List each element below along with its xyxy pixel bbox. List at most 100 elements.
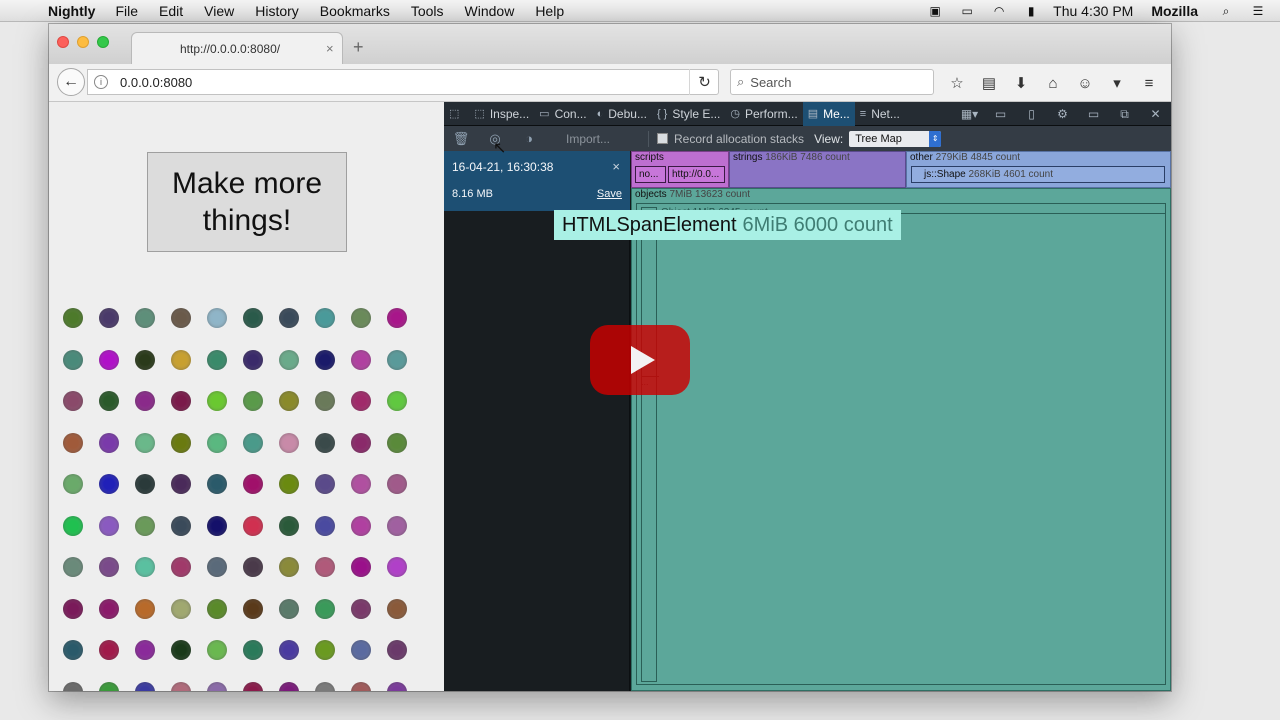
spotlight-search-icon[interactable]: ⌕ <box>1216 4 1236 18</box>
url-bar[interactable]: i 0.0.0.0:8080 <box>87 69 719 95</box>
menu-item-history[interactable]: History <box>255 3 299 19</box>
network-icon: ≡ <box>859 107 867 120</box>
treemap-cell-script-http[interactable]: http://0.0... <box>668 166 725 183</box>
color-dot <box>315 474 335 494</box>
treemap-tooltip: HTMLSpanElement 6MiB 6000 count <box>554 210 901 240</box>
color-dot <box>243 432 263 453</box>
treemap-cell-nested[interactable] <box>641 207 657 682</box>
snapshot-item[interactable]: 16-04-21, 16:30:38 × 8.16 MB Save <box>444 151 630 211</box>
color-dot <box>351 308 371 328</box>
window-minimize-button[interactable] <box>77 36 89 48</box>
color-dot <box>63 681 83 691</box>
view-select[interactable]: Tree Map ⇕ <box>849 130 942 147</box>
tab-inspector[interactable]: ⬚ Inspe... <box>469 102 534 126</box>
color-dot <box>243 557 263 577</box>
color-dot <box>171 598 191 619</box>
bookmarks-menu-icon[interactable]: ▤ <box>973 72 1005 94</box>
undock-window-icon[interactable]: ⧉ <box>1109 107 1140 122</box>
menu-bar-clock[interactable]: Thu 4:30 PM <box>1053 3 1133 19</box>
hamburger-menu-icon[interactable]: ≡ <box>1133 72 1165 94</box>
menu-item-view[interactable]: View <box>204 3 234 19</box>
wifi-icon[interactable]: ◠ <box>989 4 1009 18</box>
snapshot-delete-icon[interactable]: × <box>612 159 620 174</box>
color-dot <box>243 681 263 691</box>
element-picker-button[interactable]: ⬚ <box>444 102 469 126</box>
window-zoom-button[interactable] <box>97 36 109 48</box>
color-dot <box>315 640 335 660</box>
color-dot <box>99 432 119 453</box>
clear-snapshots-icon[interactable]: 🗑 <box>444 131 478 147</box>
color-dot <box>387 432 407 453</box>
treemap-cell-other[interactable]: other 279KiB 4845 count js::Shape 268KiB… <box>906 151 1171 188</box>
color-dot <box>135 515 155 536</box>
color-dot <box>135 432 155 453</box>
color-dot <box>135 349 155 370</box>
hello-chat-icon[interactable]: ☺ <box>1069 72 1101 94</box>
menu-item-edit[interactable]: Edit <box>159 3 183 19</box>
menu-item-file[interactable]: File <box>115 3 138 19</box>
devtools-settings-icon[interactable]: ⚙ <box>1047 107 1078 121</box>
bookmark-star-icon[interactable]: ☆ <box>941 72 973 94</box>
back-button[interactable]: ← <box>57 68 85 96</box>
site-info-icon[interactable]: i <box>94 75 108 89</box>
menu-bar-status-area: ▣ ▭ ◠ ▮ Thu 4:30 PM Mozilla ⌕ ☰ <box>925 0 1280 22</box>
frames-dropdown-icon[interactable]: ▦▾ <box>954 107 985 121</box>
tab-memory[interactable]: ▤ Me... <box>802 102 855 126</box>
tab-console[interactable]: ▭ Con... <box>534 102 591 126</box>
video-play-button[interactable] <box>590 325 690 395</box>
treemap-cell-html-span-element[interactable]: Object 1MiB 6345 count ... <box>636 203 1166 685</box>
menu-item-window[interactable]: Window <box>465 3 515 19</box>
tab-debugger[interactable]: ◐ Debu... <box>592 102 652 126</box>
record-allocation-checkbox[interactable] <box>657 133 668 144</box>
screen-record-icon[interactable]: ▣ <box>925 4 945 18</box>
color-dot <box>243 308 263 328</box>
downloads-icon[interactable]: ⬇ <box>1005 72 1037 94</box>
treemap-cell-strings[interactable]: strings 186KiB 7486 count <box>729 151 906 188</box>
window-close-button[interactable] <box>57 36 69 48</box>
tooltip-node-meta: 6MiB 6000 count <box>742 213 893 236</box>
style-editor-icon: { } <box>656 107 668 120</box>
tab-close-icon[interactable]: × <box>326 41 334 56</box>
play-icon <box>631 346 655 374</box>
search-input[interactable]: ⌕ Search <box>730 69 934 95</box>
pocket-icon[interactable]: ▾ <box>1101 72 1133 94</box>
color-dot <box>135 474 155 494</box>
responsive-mode-icon[interactable]: ▯ <box>1016 107 1047 121</box>
treemap-cell-scripts[interactable]: scripts no... http://0.0... <box>631 151 729 188</box>
browser-tab[interactable]: http://0.0.0.0:8080/ × <box>131 32 343 64</box>
import-button[interactable]: Import... <box>566 132 640 146</box>
url-text[interactable]: 0.0.0.0:8080 <box>120 75 192 90</box>
treemap-cell-script-no[interactable]: no... <box>635 166 666 183</box>
tooltip-node-name: HTMLSpanElement <box>562 213 737 236</box>
dock-side-icon[interactable]: ▭ <box>1078 107 1109 121</box>
treemap-cell-js-shape[interactable]: js::Shape 268KiB 4601 count <box>911 166 1165 183</box>
reload-button[interactable]: ↻ <box>689 69 719 95</box>
home-icon[interactable]: ⌂ <box>1037 72 1069 94</box>
scratchpad-icon[interactable]: ▭ <box>985 107 1016 121</box>
treemap-cell-objects[interactable]: objects 7MiB 13623 count Object 1MiB 634… <box>631 188 1171 691</box>
color-dot <box>171 515 191 536</box>
color-dot <box>279 640 299 660</box>
search-icon: ⌕ <box>737 74 745 89</box>
notification-center-icon[interactable]: ☰ <box>1248 4 1268 18</box>
menu-item-help[interactable]: Help <box>535 3 564 19</box>
record-diff-icon[interactable]: ◑ <box>512 131 546 146</box>
make-more-things-button[interactable]: Make more things! <box>147 152 347 252</box>
new-tab-button[interactable]: + <box>353 37 364 58</box>
color-dot <box>315 391 335 411</box>
devtools-close-icon[interactable]: ✕ <box>1140 107 1171 121</box>
record-allocation-label: Record allocation stacks <box>674 131 805 146</box>
tab-style-editor[interactable]: { } Style E... <box>652 102 725 126</box>
snapshot-save-link[interactable]: Save <box>597 188 622 200</box>
color-dot <box>387 598 407 619</box>
airplay-icon[interactable]: ▭ <box>957 4 977 18</box>
tab-performance[interactable]: ◷ Perform... <box>725 102 802 126</box>
tab-network[interactable]: ≡ Net... <box>855 102 905 126</box>
color-dot <box>279 391 299 411</box>
battery-icon[interactable]: ▮ <box>1021 4 1041 18</box>
color-dot <box>279 515 299 536</box>
menu-bar-user[interactable]: Mozilla <box>1151 3 1198 19</box>
menu-item-tools[interactable]: Tools <box>411 3 444 19</box>
menu-item-bookmarks[interactable]: Bookmarks <box>320 3 390 19</box>
app-menu-name[interactable]: Nightly <box>48 3 95 19</box>
